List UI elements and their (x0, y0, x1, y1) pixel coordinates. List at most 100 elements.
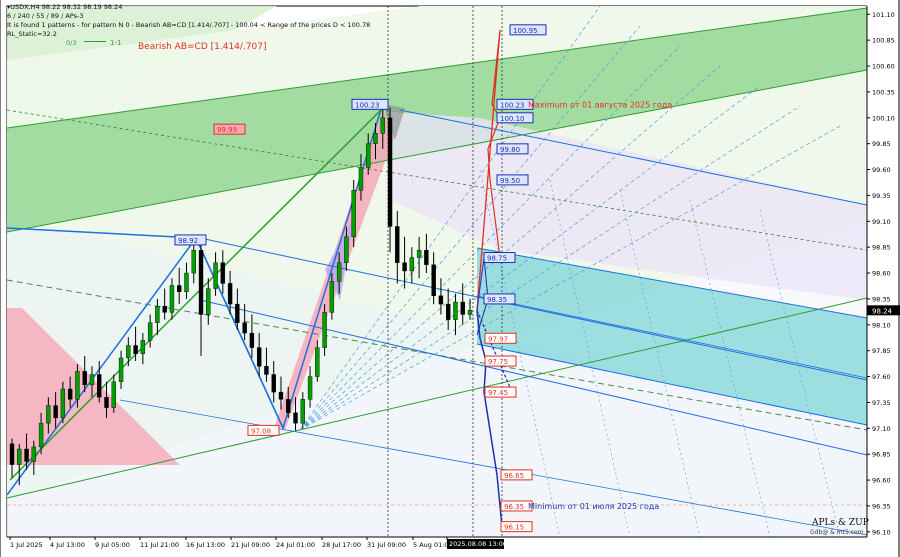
candle-body-13 (104, 397, 109, 408)
signature-sub: Gdb@ & mt5.com (810, 529, 864, 536)
y-tick-label-18: 96.60 (872, 477, 891, 485)
pivot-high-label: 100.23 (355, 101, 380, 109)
y-tick-label-19: 96.35 (872, 502, 891, 510)
target-mid-1: 98.35 (487, 296, 507, 304)
y-tick-label-9: 98.85 (872, 244, 891, 252)
price-chart[interactable]: 100.23 98.92 97.08 99.99 100.95 100.23 100.10 9… (0, 0, 900, 557)
y-tick-label-11: 98.35 (872, 295, 891, 303)
candle-body-9 (75, 371, 80, 400)
x-tick-label-9: 5 Aug 01:00 (413, 541, 453, 549)
candle-body-42 (315, 347, 320, 377)
candle-body-36 (271, 374, 276, 393)
target-down-0: 97.97 (488, 335, 508, 343)
y-tick-label-1: 100.85 (872, 37, 895, 45)
chart-window: 100.23 98.92 97.08 99.99 100.95 100.23 100.10 9… (0, 0, 900, 557)
x-tick-label-2: 9 Jul 05:00 (95, 541, 130, 549)
candle-body-12 (97, 374, 102, 398)
pivot-mid-label: 99.99 (217, 126, 237, 134)
candle-body-47 (351, 190, 356, 238)
candle-body-60 (445, 303, 451, 320)
candle-body-61 (453, 301, 458, 320)
candle-body-33 (249, 332, 255, 348)
candle-body-3 (31, 446, 37, 462)
y-tick-label-13: 97.85 (872, 347, 891, 355)
current-price-label: 98.24 (872, 307, 893, 315)
y-tick-label-15: 97.35 (872, 399, 891, 407)
candle-body-14 (111, 381, 116, 408)
y-tick-label-8: 99.10 (872, 218, 891, 226)
candle-body-43 (322, 312, 327, 348)
candle-body-53 (395, 226, 400, 263)
candle-body-59 (438, 295, 444, 305)
target-up-1: 100.23 (500, 101, 525, 109)
x-tick-label-4: 16 Jul 13:00 (186, 541, 225, 549)
candle-body-10 (82, 371, 87, 386)
candle-body-22 (169, 285, 175, 313)
candle-body-27 (206, 288, 211, 315)
y-tick-label-20: 96.10 (872, 528, 891, 536)
candle-body-56 (416, 250, 422, 258)
target-mid-0: 98.75 (487, 255, 507, 263)
candle-body-37 (278, 391, 284, 400)
candle-body-58 (431, 264, 436, 297)
candle-body-63 (467, 310, 473, 315)
candle-body-52 (387, 117, 393, 227)
candle-body-21 (162, 305, 167, 313)
candle-body-7 (60, 388, 66, 419)
rl-static: RL_Static=32.2 (7, 30, 57, 38)
y-tick-label-5: 99.85 (872, 140, 891, 148)
pivot-low-label: 97.08 (251, 427, 271, 435)
candle-body-39 (293, 412, 298, 424)
candle-body-6 (53, 405, 58, 419)
x-tick-label-0: 1 Jul 2025 (10, 541, 43, 549)
target-down-2: 97.45 (488, 389, 508, 397)
target-up-4: 99.50 (500, 177, 520, 185)
candle-body-18 (140, 340, 146, 354)
candle-body-50 (373, 133, 378, 144)
candle-body-45 (336, 262, 342, 282)
y-tick-label-4: 100.10 (872, 114, 895, 122)
candle-body-31 (235, 303, 240, 323)
y-axis-bg (867, 0, 900, 557)
candle-body-48 (358, 167, 364, 191)
y-tick-label-0: 101.10 (872, 11, 895, 19)
y-tick-label-3: 100.35 (872, 88, 895, 96)
candle-body-35 (264, 366, 269, 375)
pattern-label: Bearish AB=CD [1.414/.707] (138, 42, 267, 52)
candle-body-41 (307, 376, 313, 400)
candle-body-20 (155, 305, 160, 323)
candle-body-1 (17, 448, 22, 465)
candle-body-4 (38, 422, 44, 448)
x-tick-label-8: 31 Jul 09:00 (367, 541, 406, 549)
candle-body-8 (67, 388, 73, 400)
legend-line (84, 41, 106, 42)
target-up-2: 100.10 (500, 115, 525, 123)
candle-body-24 (184, 272, 189, 292)
candle-body-17 (133, 345, 138, 354)
candle-body-16 (126, 345, 131, 359)
target-up-0: 100.95 (513, 27, 538, 35)
candle-body-11 (89, 374, 95, 386)
candle-body-32 (242, 322, 247, 334)
candle-body-34 (256, 347, 262, 367)
candle-body-25 (191, 250, 196, 274)
y-tick-label-6: 99.60 (872, 166, 891, 174)
target-up-3: 99.80 (500, 146, 520, 154)
candle-body-0 (9, 443, 15, 465)
y-tick-label-17: 96.85 (872, 451, 891, 459)
x-tick-label-3: 11 Jul 21:00 (140, 541, 179, 549)
candle-body-30 (227, 283, 233, 305)
candle-body-28 (213, 262, 218, 289)
candle-body-38 (286, 399, 291, 413)
candle-body-51 (380, 117, 385, 134)
candle-body-55 (409, 257, 415, 272)
y-tick-label-16: 97.10 (872, 425, 891, 433)
x-tick-label-10: 2025.08.08 13:00 (449, 540, 507, 548)
y-tick-label-14: 97.60 (872, 373, 891, 381)
target-down-4: 96.35 (504, 503, 524, 511)
x-tick-label-1: 4 Jul 13:00 (50, 541, 85, 549)
target-down-5: 96.15 (504, 524, 524, 532)
candle-body-5 (46, 405, 51, 424)
level-ratio: 1-1 (110, 39, 122, 47)
y-tick-label-2: 100.60 (872, 63, 895, 71)
